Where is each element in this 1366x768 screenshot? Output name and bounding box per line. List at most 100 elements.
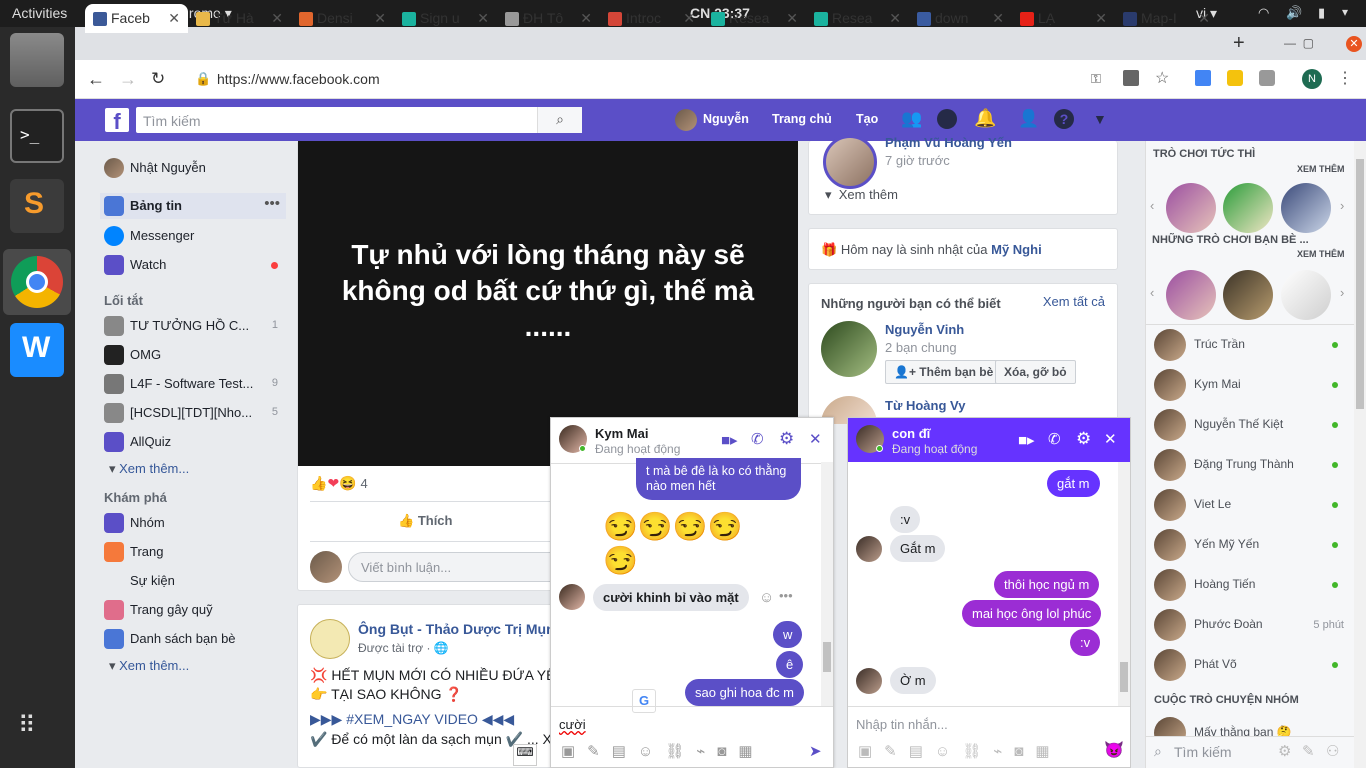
gear-icon[interactable]: ⚙ xyxy=(779,429,794,449)
close-tab-icon[interactable]: ✕ xyxy=(1095,10,1107,27)
game-thumbnail[interactable] xyxy=(1223,270,1273,320)
send-icon[interactable]: ➤ xyxy=(809,742,822,760)
story-avatar[interactable] xyxy=(823,135,877,189)
browser-tab[interactable]: Sign u ✕ xyxy=(394,4,497,33)
close-window-icon[interactable]: ✕ xyxy=(1346,36,1362,52)
close-tab-icon[interactable]: ✕ xyxy=(786,10,798,27)
explore-item[interactable]: Sự kiện xyxy=(104,568,286,594)
game-thumbnail[interactable] xyxy=(1166,183,1216,233)
more-options-icon[interactable]: ••• xyxy=(779,588,793,603)
chat-name[interactable]: Kym Mai xyxy=(595,426,648,441)
keyboard-icon[interactable]: ⌨ xyxy=(513,744,537,766)
explore-item[interactable]: Trang gây quỹ xyxy=(104,597,286,623)
contact-item[interactable]: Hoàng Tiến xyxy=(1154,566,1344,602)
explore-item[interactable]: Trang xyxy=(104,539,286,565)
see-all-link[interactable]: Xem tất cả xyxy=(1043,294,1105,309)
close-tab-icon[interactable]: ✕ xyxy=(477,10,489,27)
keep-extension-icon[interactable] xyxy=(1227,70,1243,86)
post-line[interactable]: ▶▶▶ #XEM_NGAY VIDEO ◀◀◀ xyxy=(310,711,514,728)
close-tab-icon[interactable]: ✕ xyxy=(992,10,1004,27)
contact-item[interactable]: Nguyễn Thế Kiệt xyxy=(1154,406,1344,442)
chevron-right-icon[interactable]: › xyxy=(1340,285,1344,300)
shortcut-item[interactable]: L4F - Software Test... 9 xyxy=(104,371,286,397)
emoji-icon[interactable]: 😈 xyxy=(1104,740,1124,760)
notifications-icon[interactable]: 🔔 xyxy=(974,108,996,129)
close-icon[interactable]: ✕ xyxy=(809,430,822,448)
game-thumbnail[interactable] xyxy=(1166,270,1216,320)
comment-input[interactable]: Viết bình luận... xyxy=(348,552,578,582)
wps-icon[interactable]: W xyxy=(10,323,64,377)
messenger-icon[interactable] xyxy=(937,109,957,129)
chrome-menu-icon[interactable]: ⋮ xyxy=(1337,68,1353,88)
contact-item[interactable]: Đặng Trung Thành xyxy=(1154,446,1344,482)
lock-icon[interactable]: 🔒 xyxy=(195,71,211,87)
profile-link[interactable]: Nguyễn xyxy=(703,112,749,126)
shortcut-item[interactable]: TƯ TƯỞNG HỒ C... 1 xyxy=(104,313,286,339)
composer-toolbar[interactable]: ▣✎▤☺⛓⌁◙▦ xyxy=(858,742,1062,760)
chevron-left-icon[interactable]: ‹ xyxy=(1150,198,1154,213)
browser-tab[interactable]: Từ Hà ✕ xyxy=(188,4,291,33)
gear-icon[interactable]: ⚙ xyxy=(1076,429,1091,449)
back-icon[interactable]: ← xyxy=(87,69,105,90)
chevron-down-icon[interactable]: ▾ xyxy=(1342,5,1348,19)
avatar[interactable] xyxy=(821,321,877,377)
sidebar-item-news-feed[interactable]: Bảng tin ••• xyxy=(100,193,286,219)
shortcut-item[interactable]: OMG xyxy=(104,342,286,368)
see-more-friends-games[interactable]: XEM THÊM xyxy=(1297,249,1345,259)
page-scrollbar[interactable] xyxy=(1354,141,1366,768)
phone-icon[interactable]: ✆ xyxy=(751,430,764,448)
quick-help-icon[interactable]: 👤 xyxy=(1018,109,1039,129)
explore-item[interactable]: Danh sách bạn bè xyxy=(104,626,286,652)
story-name[interactable]: Phạm Vũ Hoàng Yến xyxy=(885,135,1012,150)
close-tab-icon[interactable]: ✕ xyxy=(1198,10,1210,27)
add-group-icon[interactable]: ⚇ xyxy=(1326,742,1339,760)
see-more-explore[interactable]: ▾ Xem thêm... xyxy=(109,658,189,674)
page-name[interactable]: Ông Bụt - Thảo Dược Trị Mụn xyxy=(358,621,555,637)
shortcut-item[interactable]: [HCSDL][TDT][Nho... 5 xyxy=(104,400,286,426)
wifi-icon[interactable]: ◠ xyxy=(1258,5,1269,21)
help-icon[interactable]: ? xyxy=(1054,109,1074,129)
compose-icon[interactable]: ✎ xyxy=(1302,742,1315,760)
account-menu-icon[interactable]: ▼ xyxy=(1093,111,1107,127)
browser-tab[interactable]: Introc ✕ xyxy=(600,4,703,33)
home-link[interactable]: Trang chủ xyxy=(772,112,832,126)
key-icon[interactable]: ⚿ xyxy=(1091,71,1101,87)
add-friend-button[interactable]: 👤+ Thêm bạn bè xyxy=(885,360,1003,384)
extension-icon[interactable] xyxy=(1259,70,1275,86)
video-call-icon[interactable]: ■▸ xyxy=(721,431,738,449)
browser-tab[interactable]: Resea ✕ xyxy=(806,4,909,33)
sublime-text-icon[interactable]: S xyxy=(10,179,64,233)
terminal-icon[interactable]: >_ xyxy=(10,109,64,163)
chat-name[interactable]: con đĩ xyxy=(892,426,930,441)
chat-scrollbar[interactable] xyxy=(821,462,833,706)
video-call-icon[interactable]: ■▸ xyxy=(1018,431,1035,449)
activities-button[interactable]: Activities xyxy=(12,5,67,21)
game-thumbnail[interactable] xyxy=(1281,183,1331,233)
emoji-react-icon[interactable]: ☺ xyxy=(759,589,774,606)
like-button[interactable]: 👍 Thích xyxy=(398,513,452,529)
browser-tab[interactable]: Resea ✕ xyxy=(703,4,806,33)
contact-item[interactable]: Phước Đoàn 5 phút xyxy=(1154,606,1344,642)
url-field[interactable]: https://www.facebook.com xyxy=(217,71,380,87)
reload-icon[interactable]: ↻ xyxy=(151,69,165,89)
contact-item[interactable]: Viet Le xyxy=(1154,486,1344,522)
see-more-games[interactable]: XEM THÊM xyxy=(1297,164,1345,174)
star-icon[interactable]: ☆ xyxy=(1155,68,1169,88)
gear-icon[interactable]: ⚙ xyxy=(1278,742,1291,760)
browser-tab[interactable]: ĐH Tô ✕ xyxy=(497,4,600,33)
files-icon[interactable] xyxy=(10,33,64,87)
browser-tab[interactable]: Faceb ✕ xyxy=(85,4,188,33)
facebook-logo[interactable]: f xyxy=(105,108,129,134)
contact-search-input[interactable]: Tìm kiếm xyxy=(1174,744,1232,760)
more-options-icon[interactable]: ••• xyxy=(264,195,280,212)
chat-header[interactable]: con đĩ Đang hoạt động ■▸ ✆ ⚙ ✕ xyxy=(848,418,1130,462)
contact-item[interactable]: Yến Mỹ Yến xyxy=(1154,526,1344,562)
message-input[interactable]: Nhập tin nhắn... xyxy=(856,717,948,732)
page-logo[interactable] xyxy=(310,619,350,659)
chat-scrollbar[interactable] xyxy=(1118,462,1130,706)
new-tab-button[interactable]: + xyxy=(1233,32,1245,55)
chevron-right-icon[interactable]: › xyxy=(1340,198,1344,213)
sidebar-item-watch[interactable]: Watch xyxy=(104,252,286,278)
shortcut-item[interactable]: AllQuiz xyxy=(104,429,286,455)
browser-tab[interactable]: LẠ ✕ xyxy=(1012,4,1115,33)
